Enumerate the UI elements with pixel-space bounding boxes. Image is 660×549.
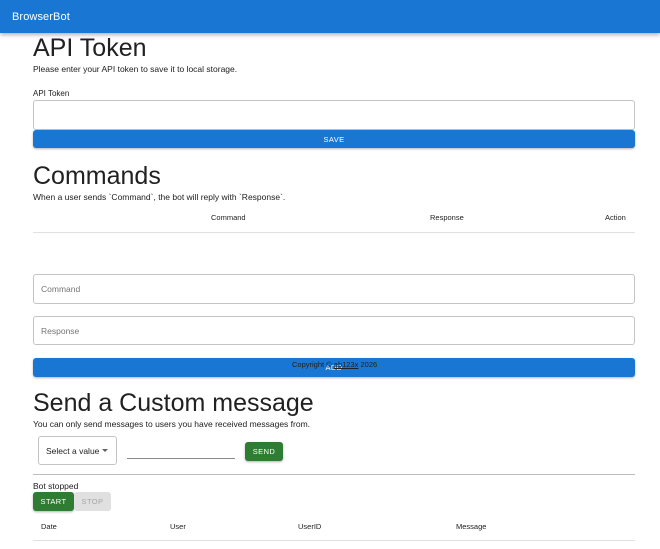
message-input[interactable] bbox=[127, 440, 235, 459]
commands-description: When a user sends `Command`, the bot wil… bbox=[33, 192, 286, 202]
custom-message-divider bbox=[33, 474, 635, 475]
user-select[interactable]: Select a value bbox=[38, 436, 117, 465]
commands-table-divider bbox=[33, 232, 635, 233]
custom-message-title: Send a Custom message bbox=[33, 389, 314, 417]
app-bar: BrowserBot bbox=[0, 0, 660, 33]
command-input[interactable]: Command bbox=[33, 274, 635, 304]
api-token-label: API Token bbox=[33, 89, 70, 98]
commands-title: Commands bbox=[33, 162, 161, 190]
chevron-down-icon bbox=[102, 449, 108, 452]
custom-message-description: You can only send messages to users you … bbox=[33, 419, 311, 429]
commands-col-response: Response bbox=[430, 213, 464, 222]
messages-col-userid: UserID bbox=[298, 522, 322, 531]
messages-col-user: User bbox=[170, 522, 186, 531]
commands-col-action: Action bbox=[605, 213, 626, 222]
api-token-description: Please enter your API token to save it t… bbox=[33, 64, 238, 74]
messages-col-message: Message bbox=[456, 522, 487, 531]
copyright-text: Copyright © ab123x 2026 bbox=[292, 360, 377, 369]
commands-col-command: Command bbox=[211, 213, 246, 222]
stop-button[interactable]: STOP bbox=[74, 492, 111, 511]
api-token-title: API Token bbox=[33, 34, 147, 62]
messages-table-divider bbox=[33, 540, 635, 541]
copyright-year: 2026 bbox=[358, 360, 378, 369]
api-token-input[interactable] bbox=[33, 100, 635, 130]
save-button[interactable]: SAVE bbox=[33, 130, 635, 148]
start-button[interactable]: START bbox=[33, 492, 74, 511]
copyright-author-link[interactable]: ab123x bbox=[334, 360, 359, 369]
app-title: BrowserBot bbox=[12, 10, 70, 23]
bot-status: Bot stopped bbox=[33, 481, 79, 491]
user-select-value: Select a value bbox=[46, 445, 100, 456]
copyright-prefix: Copyright © bbox=[292, 360, 334, 369]
messages-col-date: Date bbox=[41, 522, 57, 531]
response-input[interactable]: Response bbox=[33, 316, 635, 345]
send-button[interactable]: SEND bbox=[245, 442, 283, 461]
